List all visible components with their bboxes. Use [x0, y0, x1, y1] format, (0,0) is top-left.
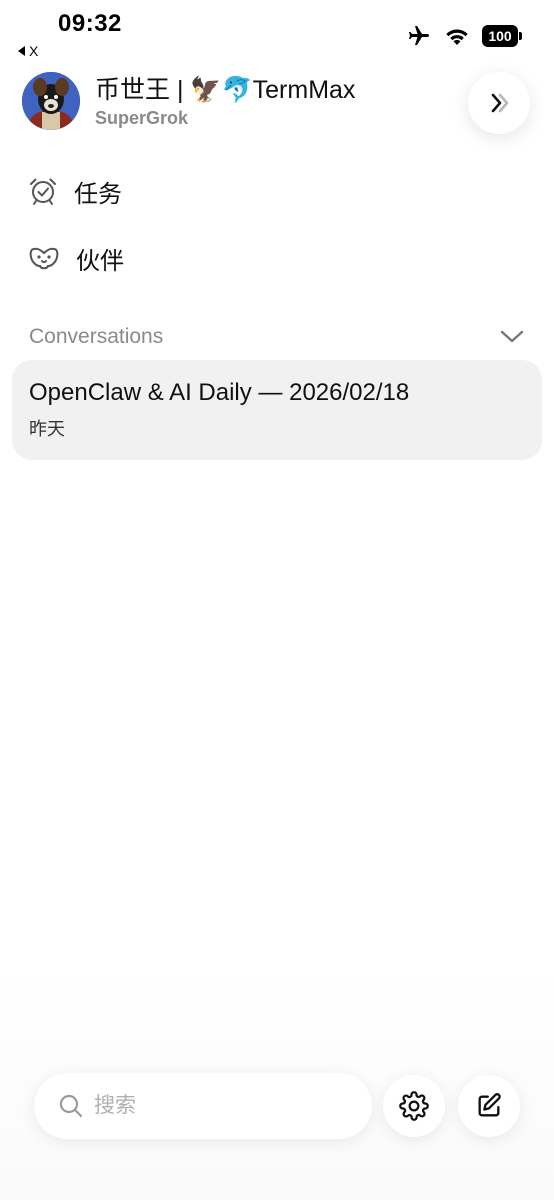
status-time: 09:32	[58, 10, 122, 37]
subscription-label: SuperGrok	[95, 107, 189, 128]
conversations-title: Conversations	[29, 325, 164, 348]
double-chevron-right-icon	[491, 93, 509, 113]
compose-icon	[478, 1093, 501, 1117]
menu-item-label: 任务	[74, 180, 122, 208]
conversations-header[interactable]: Conversations	[29, 322, 525, 352]
status-bar: 09:32 X 100	[0, 0, 554, 60]
gear-icon	[399, 1091, 429, 1121]
conversation-timestamp: 昨天	[29, 419, 65, 439]
conversation-item[interactable]: OpenClaw & AI Daily — 2026/02/18 昨天	[12, 360, 542, 460]
menu-item-companions[interactable]: 伙伴	[28, 238, 124, 278]
back-app-label: X	[29, 43, 39, 59]
battery-icon: 100	[482, 25, 522, 47]
back-to-app-button[interactable]: X	[18, 43, 38, 59]
menu-item-label: 伙伴	[76, 247, 124, 275]
profile-name: 币世王 | 🦅🐬TermMax	[95, 75, 356, 104]
search-input[interactable]	[92, 1093, 336, 1119]
new-chat-button[interactable]	[458, 1075, 520, 1137]
search-bar[interactable]	[34, 1073, 372, 1139]
avatar[interactable]	[22, 72, 80, 130]
wifi-icon	[446, 29, 468, 45]
back-arrow-icon	[18, 46, 25, 56]
battery-level: 100	[488, 28, 512, 44]
airplane-icon	[409, 26, 429, 45]
companions-icon	[29, 247, 59, 270]
search-icon	[59, 1094, 83, 1118]
profile-header[interactable]: 币世王 | 🦅🐬TermMax SuperGrok	[22, 72, 355, 130]
alarm-clock-icon	[30, 178, 56, 205]
settings-button[interactable]	[383, 1075, 445, 1137]
expand-sidebar-button[interactable]	[468, 72, 530, 134]
avatar-image	[22, 72, 80, 130]
status-icons: 100	[406, 24, 522, 48]
conversation-title: OpenClaw & AI Daily — 2026/02/18	[29, 379, 410, 406]
chevron-down-icon[interactable]	[499, 329, 525, 345]
menu-item-tasks[interactable]: 任务	[28, 171, 122, 211]
